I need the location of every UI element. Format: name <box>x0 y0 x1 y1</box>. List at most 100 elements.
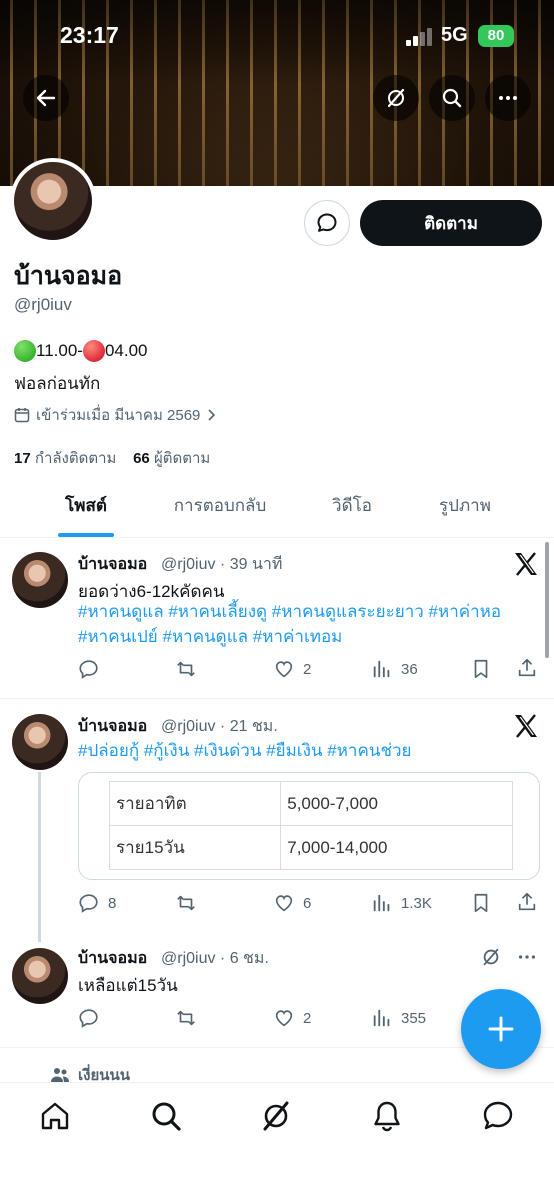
followers-link[interactable]: 66 ผู้ติดตาม <box>133 450 210 467</box>
grok-icon[interactable] <box>480 946 502 968</box>
tweet-meta: @rj0iuv · 21 ชม. <box>161 718 278 735</box>
heart-icon <box>275 1010 293 1027</box>
bio-close-time: 04.00 <box>104 341 148 360</box>
views-button[interactable]: 1.3K <box>371 892 432 914</box>
views-button[interactable]: 355 <box>371 1007 426 1029</box>
status-time: 23:17 <box>60 22 119 48</box>
joined-text: เข้าร่วมเมื่อ มีนาคม 2569 <box>36 407 201 424</box>
repost-button[interactable] <box>175 658 197 680</box>
reply-button[interactable] <box>78 658 108 680</box>
messages-icon[interactable] <box>481 1099 515 1133</box>
hashtags-line[interactable]: #หาคนดูแล #หาคนเลี้ยงดู #หาคนดูแลระยะยาว… <box>78 599 548 624</box>
divider <box>0 698 554 699</box>
green-circle-icon <box>14 340 36 362</box>
table-cell: 7,000-14,000 <box>280 825 513 870</box>
table-row: ราย15วัน 7,000-14,000 <box>108 825 513 870</box>
follow-button[interactable]: ติดตาม <box>360 200 542 246</box>
table-row: รายอาทิต 5,000-7,000 <box>108 781 513 826</box>
tweet-avatar[interactable] <box>12 552 68 608</box>
table-cell: รายอาทิต <box>108 781 282 826</box>
profile-handle: @rj0iuv <box>14 295 72 314</box>
like-button[interactable]: 2 <box>273 658 311 680</box>
people-icon <box>51 1068 69 1082</box>
views-icon <box>373 660 390 678</box>
grok-button[interactable] <box>373 75 419 121</box>
home-icon[interactable] <box>38 1099 72 1133</box>
search-icon[interactable] <box>149 1099 183 1133</box>
table-cell: ราย15วัน <box>108 825 282 870</box>
profile-tabs: โพสต์ การตอบกลับ วิดีโอ รูปภาพ <box>0 480 554 538</box>
plus-icon <box>488 1016 514 1042</box>
calendar-icon <box>14 408 30 423</box>
like-button[interactable]: 2 <box>273 1007 311 1029</box>
tweet-avatar[interactable] <box>12 714 68 770</box>
bookmark-icon[interactable] <box>470 658 492 680</box>
tweet-hashtags[interactable]: #ปล่อยกู้ #กู้เงิน #เงินด่วน #ยืมเงิน #ห… <box>78 738 548 763</box>
bio-open-time: 11.00- <box>36 341 83 360</box>
views-icon <box>373 894 390 912</box>
views-button[interactable]: 36 <box>371 658 418 680</box>
repost-icon <box>177 1010 195 1026</box>
search-icon <box>442 88 462 108</box>
network-label: 5G <box>441 24 468 46</box>
bookmark-icon[interactable] <box>470 892 492 914</box>
tweet-author-name[interactable]: บ้านจอมอ <box>78 946 147 971</box>
profile-avatar[interactable] <box>10 158 96 244</box>
notifications-icon[interactable] <box>370 1099 404 1133</box>
tab-posts[interactable]: โพสต์ <box>40 480 132 538</box>
following-link[interactable]: 17 กำลังติดตาม <box>14 450 116 467</box>
bottom-nav <box>0 1082 554 1199</box>
back-arrow-icon <box>36 89 56 107</box>
compose-post-button[interactable] <box>461 989 541 1069</box>
tab-videos[interactable]: วิดีโอ <box>310 480 394 538</box>
tweet-media-table[interactable]: รายอาทิต 5,000-7,000 ราย15วัน 7,000-14,0… <box>78 772 540 880</box>
reply-button[interactable] <box>78 1007 108 1029</box>
tweet-text: เหลือแต่15วัน <box>78 976 178 995</box>
hashtags-line[interactable]: #หาคนเปย์ #หาคนดูแล #หาค่าเทอม <box>78 624 548 649</box>
like-button[interactable]: 6 <box>273 892 311 914</box>
share-icon[interactable] <box>516 891 538 913</box>
joined-date[interactable]: เข้าร่วมเมื่อ มีนาคม 2569 <box>14 403 216 427</box>
like-count: 2 <box>303 660 312 678</box>
reply-icon <box>79 894 98 913</box>
red-circle-icon <box>82 340 105 362</box>
back-button[interactable] <box>23 75 69 121</box>
tab-media[interactable]: รูปภาพ <box>420 480 510 538</box>
view-count: 36 <box>401 660 418 678</box>
heart-icon <box>275 895 293 912</box>
search-button[interactable] <box>429 75 475 121</box>
follow-stats: 17 กำลังติดตาม 66 ผู้ติดตาม <box>14 446 210 470</box>
repost-button[interactable] <box>175 892 197 914</box>
like-count: 6 <box>303 894 312 912</box>
tab-replies[interactable]: การตอบกลับ <box>160 480 280 538</box>
bio-line: ฟอลก่อนทัก <box>14 374 101 393</box>
tweet-author-name[interactable]: บ้านจอมอ <box>78 552 147 577</box>
reply-count: 8 <box>108 894 117 912</box>
x-logo-icon <box>515 552 537 576</box>
tweet-meta: @rj0iuv · 6 ชม. <box>161 950 269 967</box>
following-label: กำลังติดตาม <box>34 450 117 467</box>
grok-icon[interactable] <box>259 1099 293 1133</box>
battery-indicator: 80 <box>478 25 514 47</box>
table-cell: 5,000-7,000 <box>280 781 513 826</box>
view-count: 355 <box>401 1009 427 1027</box>
hashtags-line[interactable]: #ปล่อยกู้ #กู้เงิน #เงินด่วน #ยืมเงิน #ห… <box>78 738 548 763</box>
like-count: 2 <box>303 1009 312 1027</box>
tweet-hashtags[interactable]: #หาคนดูแล #หาคนเลี้ยงดู #หาคนดูแลระยะยาว… <box>78 599 548 649</box>
reply-button[interactable]: 8 <box>78 892 116 914</box>
tweet-author-name[interactable]: บ้านจอมอ <box>78 714 147 739</box>
repost-icon <box>177 895 195 911</box>
repost-button[interactable] <box>175 1007 197 1029</box>
message-button[interactable] <box>304 200 350 246</box>
reply-icon <box>79 660 98 679</box>
thread-line <box>38 772 41 942</box>
bio-hours: 11.00- 04.00 <box>14 340 148 362</box>
x-logo-icon <box>515 714 537 738</box>
tweet-avatar[interactable] <box>12 948 68 1004</box>
more-icon[interactable] <box>516 946 538 968</box>
tweet-meta: @rj0iuv · 39 นาที <box>161 556 283 573</box>
more-options-button[interactable] <box>485 75 531 121</box>
more-icon <box>499 96 517 100</box>
share-icon[interactable] <box>516 657 538 679</box>
chevron-right-icon <box>208 409 216 421</box>
